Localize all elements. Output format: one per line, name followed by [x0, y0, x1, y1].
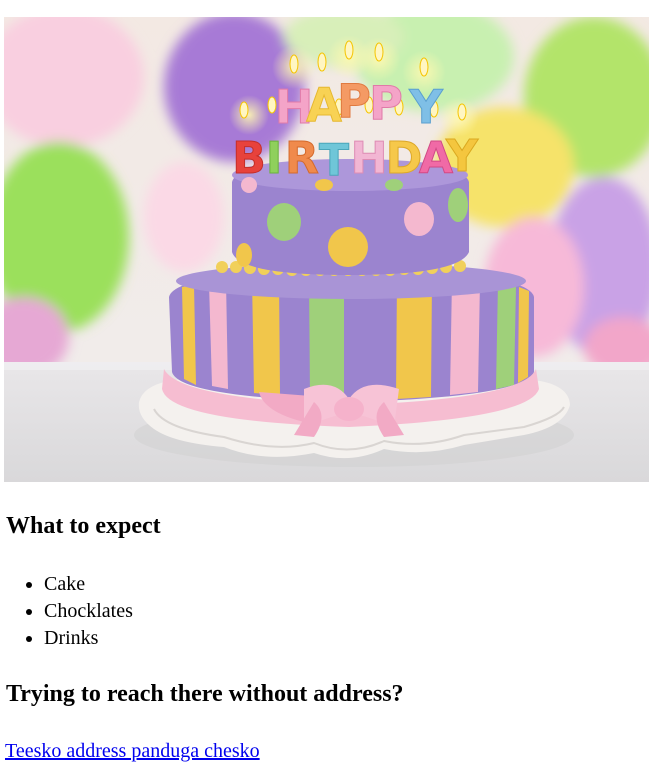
- expect-list: Cake Chocklates Drinks: [4, 571, 133, 652]
- hero-image: H A P P Y B I R T H D A Y: [4, 17, 649, 482]
- candle-letter: D: [386, 133, 423, 184]
- candle-letter: B: [232, 133, 266, 184]
- candle-letter: P: [337, 74, 371, 128]
- what-to-expect-heading: What to expect: [6, 513, 161, 539]
- list-item: Chocklates: [44, 598, 133, 625]
- candle-letter: I: [266, 133, 282, 184]
- candle-letter: P: [369, 76, 403, 130]
- birthday-candle-letters: B I R T H D A Y: [232, 131, 480, 187]
- birthday-cake-illustration: H A P P Y B I R T H D A Y: [4, 17, 649, 482]
- address-link[interactable]: Teesko address panduga chesko: [5, 740, 260, 763]
- candle-letter: Y: [445, 131, 479, 182]
- list-item: Drinks: [44, 625, 133, 652]
- cake-bottom-tier: [169, 263, 534, 402]
- candle-letter: T: [319, 135, 349, 186]
- happy-candle-letters: H A P P Y: [274, 74, 444, 135]
- candle-letter: Y: [408, 80, 443, 134]
- reach-heading: Trying to reach there without address?: [6, 681, 404, 707]
- list-item: Cake: [44, 571, 133, 598]
- candle-letter: H: [351, 133, 388, 184]
- candle-letter: R: [285, 133, 319, 184]
